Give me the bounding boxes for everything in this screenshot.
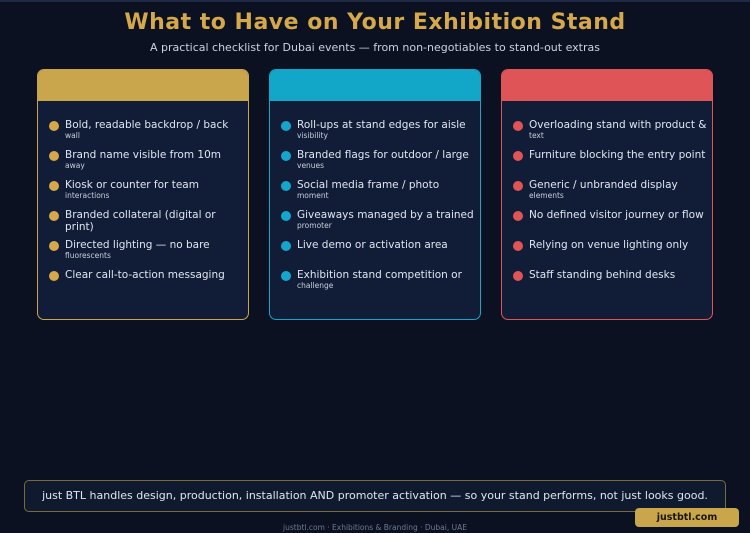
card-header — [38, 70, 248, 101]
top-accent-line — [0, 0, 750, 2]
website-badge[interactable]: justbtl.com — [635, 508, 739, 527]
cta-banner: just BTL handles design, production, ins… — [24, 480, 726, 512]
bullet-dot-icon — [49, 151, 59, 161]
bullet-dot-icon — [49, 271, 59, 281]
bullet-dot-icon — [513, 151, 523, 161]
bullet-dot-icon — [513, 241, 523, 251]
list-item: Exhibition stand competition or challenge — [281, 269, 476, 290]
list-item: Live demo or activation area — [281, 239, 476, 251]
page-subtitle: A practical checklist for Dubai events —… — [150, 41, 600, 54]
bullet-dot-icon — [513, 211, 523, 221]
list-item: Roll-ups at stand edges for aisle visibil… — [281, 119, 476, 140]
bullet-dot-icon — [281, 271, 291, 281]
list-item: Branded flags for outdoor / large venues — [281, 149, 476, 170]
bullet-dot-icon — [281, 151, 291, 161]
list-item: Overloading stand with product & text — [513, 119, 708, 140]
bullet-dot-icon — [513, 271, 523, 281]
list-item: Giveaways managed by a trained promoter — [281, 209, 476, 230]
bullet-dot-icon — [49, 121, 59, 131]
bullet-dot-icon — [281, 181, 291, 191]
list-item: Social media frame / photo moment — [281, 179, 476, 200]
bullet-dot-icon — [49, 181, 59, 191]
list-item: Furniture blocking the entry point — [513, 149, 708, 161]
bullet-dot-icon — [281, 241, 291, 251]
bullet-dot-icon — [281, 121, 291, 131]
list-item: Brand name visible from 10m away — [49, 149, 244, 170]
bullet-dot-icon — [513, 181, 523, 191]
list-item: Clear call-to-action messaging — [49, 269, 244, 281]
list-item: No defined visitor journey or flow — [513, 209, 708, 221]
bullet-dot-icon — [49, 241, 59, 251]
card-header — [502, 70, 712, 101]
list-item: Kiosk or counter for team interactions — [49, 179, 244, 200]
list-item: Branded collateral (digital or print) — [49, 209, 244, 233]
list-item: Staff standing behind desks — [513, 269, 708, 281]
checklist-card-avoid: Overloading stand with product & text Fur… — [501, 69, 713, 320]
list-item: Relying on venue lighting only — [513, 239, 708, 251]
bullet-dot-icon — [49, 211, 59, 221]
checklist-card-extras: Roll-ups at stand edges for aisle visibil… — [269, 69, 481, 320]
bullet-dot-icon — [281, 211, 291, 221]
page-title: What to Have on Your Exhibition Stand — [124, 10, 626, 35]
list-item: Bold, readable backdrop / back wall — [49, 119, 244, 140]
list-item: Directed lighting — no bare fluorescents — [49, 239, 244, 260]
checklist-card-essentials: Bold, readable backdrop / back wall Brand… — [37, 69, 249, 320]
list-item: Generic / unbranded display elements — [513, 179, 708, 200]
card-header — [270, 70, 480, 101]
bullet-dot-icon — [513, 121, 523, 131]
